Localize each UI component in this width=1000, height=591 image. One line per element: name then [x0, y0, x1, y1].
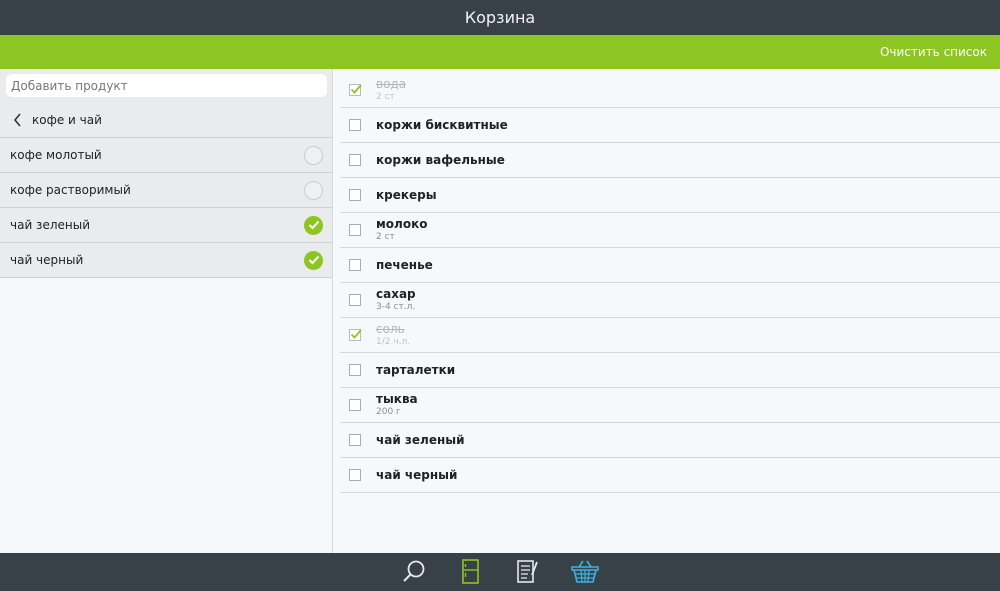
sidebar-item-coffee-ground[interactable]: кофе молотый [0, 138, 332, 173]
list-item[interactable]: тарталетки [340, 353, 1000, 388]
checkbox[interactable] [349, 399, 361, 411]
search-bar [0, 69, 332, 103]
item-name: вода [376, 77, 407, 91]
add-product-input[interactable] [6, 74, 327, 97]
check-circle-icon [304, 215, 323, 235]
checkbox-checked[interactable] [349, 84, 362, 96]
clear-list-button[interactable]: Очистить список [880, 35, 987, 69]
sidebar-item-black-tea[interactable]: чай черный [0, 243, 332, 278]
chevron-left-icon [10, 112, 26, 128]
checkbox[interactable] [349, 364, 361, 376]
item-name: коржи вафельные [376, 153, 505, 167]
bottom-navigation [0, 553, 1000, 591]
category-back-button[interactable]: кофе и чай [0, 103, 332, 138]
list-item[interactable]: чай черный [340, 458, 1000, 493]
basket-list: вода 2 ст коржи бисквитные коржи вафельн… [334, 69, 1000, 553]
page-title: Корзина [464, 8, 536, 27]
action-bar: Очистить список [0, 35, 1000, 69]
list-item[interactable]: чай зеленый [340, 423, 1000, 458]
checkbox[interactable] [349, 154, 361, 166]
item-name: чай черный [376, 468, 458, 482]
recipe-list-icon[interactable] [513, 558, 541, 586]
check-circle-icon [304, 250, 323, 270]
list-item[interactable]: соль 1/2 ч.л. [340, 318, 1000, 353]
item-name: соль [376, 322, 405, 336]
sidebar-item-coffee-instant[interactable]: кофе растворимый [0, 173, 332, 208]
item-name: печенье [376, 258, 433, 272]
item-name: коржи бисквитные [376, 118, 508, 132]
sidebar-item-label: чай черный [10, 253, 84, 267]
sidebar-item-label: кофе молотый [10, 148, 102, 162]
product-sidebar: кофе и чай кофе молотый кофе растворимый… [0, 69, 333, 553]
list-item[interactable]: сахар 3-4 ст.л. [340, 283, 1000, 318]
item-name: молоко [376, 217, 428, 231]
checkbox[interactable] [349, 224, 361, 236]
checkbox[interactable] [349, 434, 361, 446]
item-quantity: 1/2 ч.л. [376, 337, 411, 347]
checkbox[interactable] [349, 259, 361, 271]
item-name: тыква [376, 392, 418, 406]
list-item[interactable]: крекеры [340, 178, 1000, 213]
sidebar-item-label: чай зеленый [10, 218, 90, 232]
checkbox[interactable] [349, 119, 361, 131]
category-title: кофе и чай [32, 113, 102, 127]
unselected-circle-icon [304, 145, 323, 165]
item-quantity: 2 ст [376, 232, 395, 242]
item-quantity: 3-4 ст.л. [376, 302, 416, 312]
list-item[interactable]: коржи вафельные [340, 143, 1000, 178]
search-icon[interactable] [400, 558, 428, 586]
fridge-icon[interactable] [457, 558, 485, 586]
list-item[interactable]: печенье [340, 248, 1000, 283]
list-item[interactable]: коржи бисквитные [340, 108, 1000, 143]
item-name: сахар [376, 287, 416, 301]
item-name: чай зеленый [376, 433, 465, 447]
title-bar: Корзина [0, 0, 1000, 35]
basket-icon[interactable] [570, 558, 599, 586]
list-item[interactable]: молоко 2 ст [340, 213, 1000, 248]
checkbox[interactable] [349, 189, 361, 201]
list-item[interactable]: тыква 200 г [340, 388, 1000, 423]
item-name: тарталетки [376, 363, 456, 377]
unselected-circle-icon [304, 180, 323, 200]
sidebar-item-green-tea[interactable]: чай зеленый [0, 208, 332, 243]
item-quantity: 200 г [376, 407, 401, 417]
checkbox-checked[interactable] [349, 329, 362, 341]
sidebar-item-label: кофе растворимый [10, 183, 131, 197]
list-item[interactable]: вода 2 ст [340, 73, 1000, 108]
checkbox[interactable] [349, 469, 361, 481]
item-quantity: 2 ст [376, 92, 395, 102]
checkbox[interactable] [349, 294, 361, 306]
item-name: крекеры [376, 188, 437, 202]
